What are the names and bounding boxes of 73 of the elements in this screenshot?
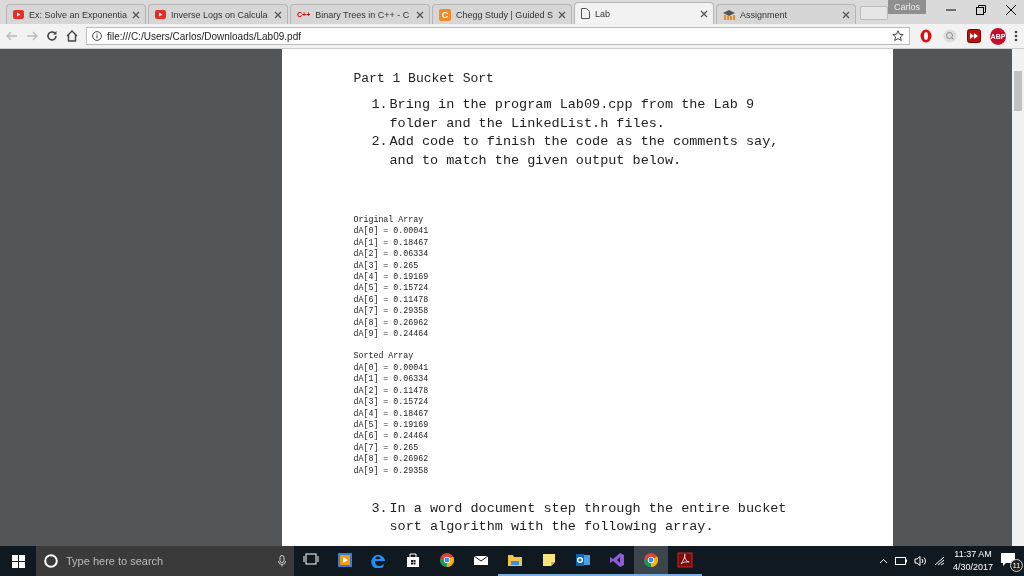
output-line: dA[4] = 0.19169: [353, 271, 430, 283]
restore-icon[interactable]: [976, 5, 986, 15]
scroll-thumb[interactable]: [1014, 71, 1022, 111]
output-line: dA[2] = 0.11478: [353, 384, 430, 397]
output-line: dA[6] = 0.11478: [353, 293, 430, 306]
pdf-icon: [677, 552, 693, 568]
instruction-text: Bring in the program Lab09.cpp from the Lab 9 folder and the LinkedList.h files.: [389, 96, 756, 133]
menu-icon[interactable]: [1014, 30, 1018, 42]
close-icon[interactable]: [1006, 5, 1016, 15]
video-icon: [13, 10, 24, 19]
output-line: dA[4] = 0.18467: [353, 407, 430, 419]
reload-icon[interactable]: [46, 30, 58, 42]
file-icon: [581, 8, 590, 19]
instruction-text: Add code to finish the code as the comments say, and to match the given output below.: [389, 133, 780, 170]
output-title: Sorted Array: [353, 350, 415, 362]
search-field[interactable]: Type here to search: [36, 546, 294, 576]
browser-tab[interactable]: Assignment: [716, 4, 856, 24]
outlook-icon: [575, 552, 591, 568]
video-icon: [155, 10, 166, 19]
visual-studio-icon: [609, 552, 625, 568]
list-number: 1.: [371, 96, 389, 114]
browser-tab[interactable]: Inverse Logs on Calcula: [148, 4, 288, 24]
output-line: dA[0] = 0.00041: [353, 225, 430, 237]
output-line: dA[8] = 0.26962: [353, 316, 430, 329]
chevron-up-icon[interactable]: [878, 558, 888, 564]
output-line: dA[3] = 0.265: [353, 259, 420, 272]
fast-forward-icon[interactable]: [967, 29, 981, 43]
section-heading: Part 1 Bucket Sort: [353, 71, 495, 86]
graduation-cap-icon: [723, 9, 735, 20]
windows-icon[interactable]: [11, 554, 25, 568]
output-line: dA[3] = 0.15724: [353, 396, 430, 408]
home-icon[interactable]: [66, 30, 78, 42]
output-line: dA[2] = 0.06334: [353, 248, 430, 260]
task-view-icon: [303, 552, 319, 568]
clock-time: 11:37 AM: [954, 548, 992, 561]
info-icon: [92, 31, 102, 41]
instruction-text: In a word document step through the entire bucket sort algorithm with the following array.: [389, 499, 788, 537]
microphone-icon[interactable]: [278, 555, 286, 567]
list-number: 2.: [371, 133, 389, 151]
output-line: dA[6] = 0.24464: [353, 430, 430, 442]
output-line: dA[0] = 0.00041: [353, 361, 430, 374]
output-line: dA[9] = 0.24464: [353, 328, 430, 340]
battery-icon[interactable]: [894, 557, 907, 565]
output-line: dA[7] = 0.265: [353, 441, 420, 454]
browser-tab[interactable]: C Chegg Study | Guided S: [432, 4, 572, 24]
output-line: dA[1] = 0.06334: [353, 373, 430, 385]
clock[interactable]: 11:37 AM 4/30/2017: [952, 548, 993, 574]
star-icon[interactable]: [892, 30, 904, 42]
clock-date: 4/30/2017: [952, 561, 993, 574]
chrome-icon: [643, 552, 659, 568]
speaker-icon[interactable]: [913, 556, 927, 566]
browser-tab[interactable]: Ex: Solve an Exponentia: [6, 4, 146, 24]
output-line: dA[1] = 0.18467: [353, 236, 430, 249]
chegg-icon: C: [439, 8, 451, 21]
list-number: 3.: [371, 499, 389, 518]
chrome-icon: [439, 552, 455, 568]
browser-tab[interactable]: Lab: [574, 2, 714, 24]
edge-icon: [371, 552, 387, 568]
output-title: Original Array: [353, 214, 425, 226]
output-line: dA[9] = 0.29358: [353, 464, 430, 476]
store-icon: [405, 552, 421, 568]
output-line: dA[7] = 0.29358: [353, 305, 430, 317]
output-line: dA[5] = 0.15724: [353, 282, 430, 294]
close-icon[interactable]: [700, 9, 708, 18]
folder-icon: [507, 552, 523, 568]
media-player-icon: [337, 552, 353, 568]
output-line: dA[5] = 0.19169: [353, 418, 430, 431]
cortana-icon: [44, 554, 58, 568]
search-input[interactable]: Type here to search: [64, 554, 272, 568]
sticky-note-icon: [541, 552, 557, 568]
address-bar[interactable]: file:///C:/Users/Carlos/Downloads/Lab09.pdf: [86, 27, 910, 45]
scrollbar[interactable]: [1012, 49, 1024, 546]
output-line: dA[8] = 0.26962: [353, 453, 430, 465]
